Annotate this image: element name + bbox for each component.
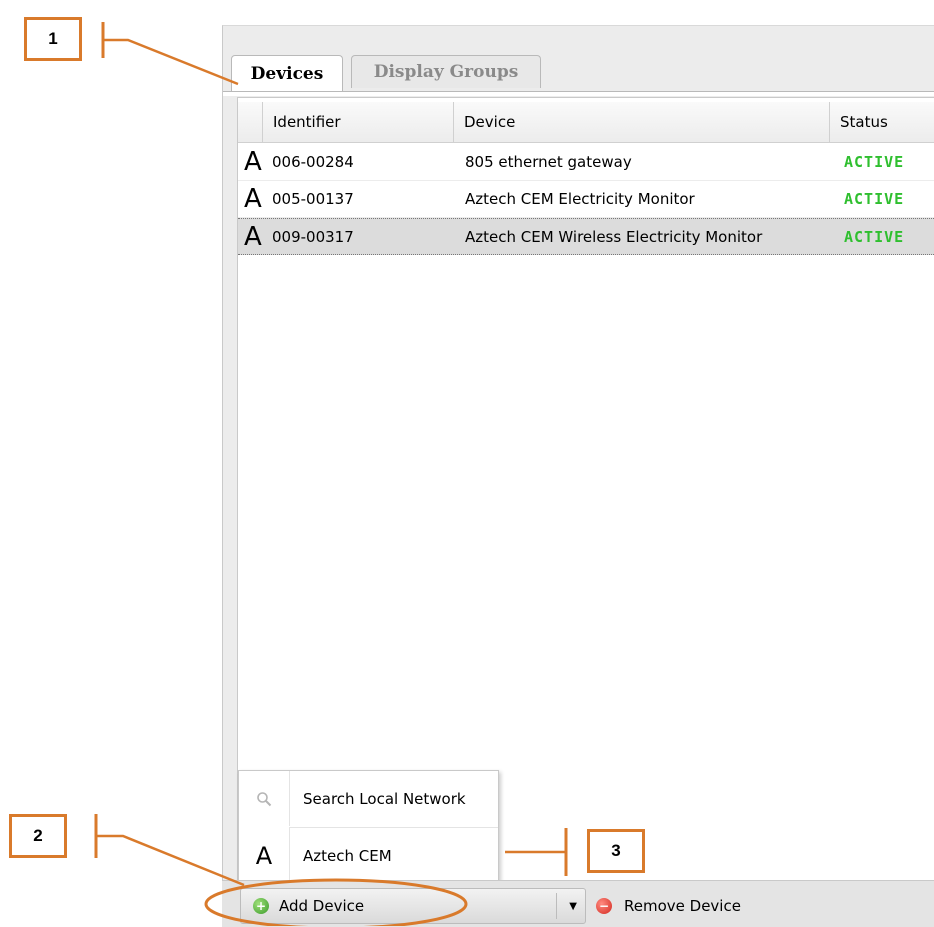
tab-devices[interactable]: Devices [231,55,343,91]
device-type-icon: A [244,184,262,214]
menu-item-aztech-cem[interactable]: A Aztech CEM [239,828,498,883]
table-row-selected[interactable]: A 009-00317 Aztech CEM Wireless Electric… [238,218,934,255]
row-device: Aztech CEM Wireless Electricity Monitor [465,227,763,246]
callout-1: 1 [24,17,82,61]
dropdown-arrow-icon[interactable]: ▼ [569,889,577,923]
remove-device-label: Remove Device [624,897,741,915]
row-identifier: 005-00137 [272,190,354,208]
add-device-button[interactable]: + Add Device ▼ [240,888,586,924]
row-identifier: 009-00317 [272,227,354,246]
row-status: ACTIVE [844,190,905,208]
row-device: Aztech CEM Electricity Monitor [465,190,695,208]
row-status: ACTIVE [844,227,905,246]
row-device: 805 ethernet gateway [465,153,632,171]
callout-2: 2 [9,814,67,858]
tab-strip [223,91,934,96]
column-header-status[interactable]: Status [829,102,934,142]
device-type-icon: A [244,147,262,177]
grid-header: Identifier Device Status [238,102,934,143]
add-icon: + [253,898,269,914]
column-header-identifier[interactable]: Identifier [262,102,453,142]
add-device-label: Add Device [279,897,365,915]
menu-item-label: Aztech CEM [303,846,392,865]
remove-device-button[interactable]: − Remove Device [596,888,741,924]
add-device-menu: Search Local Network A Aztech CEM [238,770,499,884]
aztech-device-icon: A [239,828,290,883]
menu-item-search-local-network[interactable]: Search Local Network [239,771,498,826]
table-row[interactable]: A 005-00137 Aztech CEM Electricity Monit… [238,181,934,218]
column-header-device[interactable]: Device [453,102,829,142]
tab-display-groups[interactable]: Display Groups [351,55,541,88]
callout-3: 3 [587,829,645,873]
row-status: ACTIVE [844,153,905,171]
menu-item-label: Search Local Network [303,789,466,808]
bottom-toolbar: + Add Device ▼ − Remove Device [222,880,934,927]
row-identifier: 006-00284 [272,153,354,171]
remove-icon: − [596,898,612,914]
device-type-icon: A [244,221,262,252]
search-icon [239,771,290,826]
tab-bar: Devices Display Groups [223,26,934,96]
split-divider [556,893,557,919]
table-row[interactable]: A 006-00284 805 ethernet gateway ACTIVE [238,144,934,181]
